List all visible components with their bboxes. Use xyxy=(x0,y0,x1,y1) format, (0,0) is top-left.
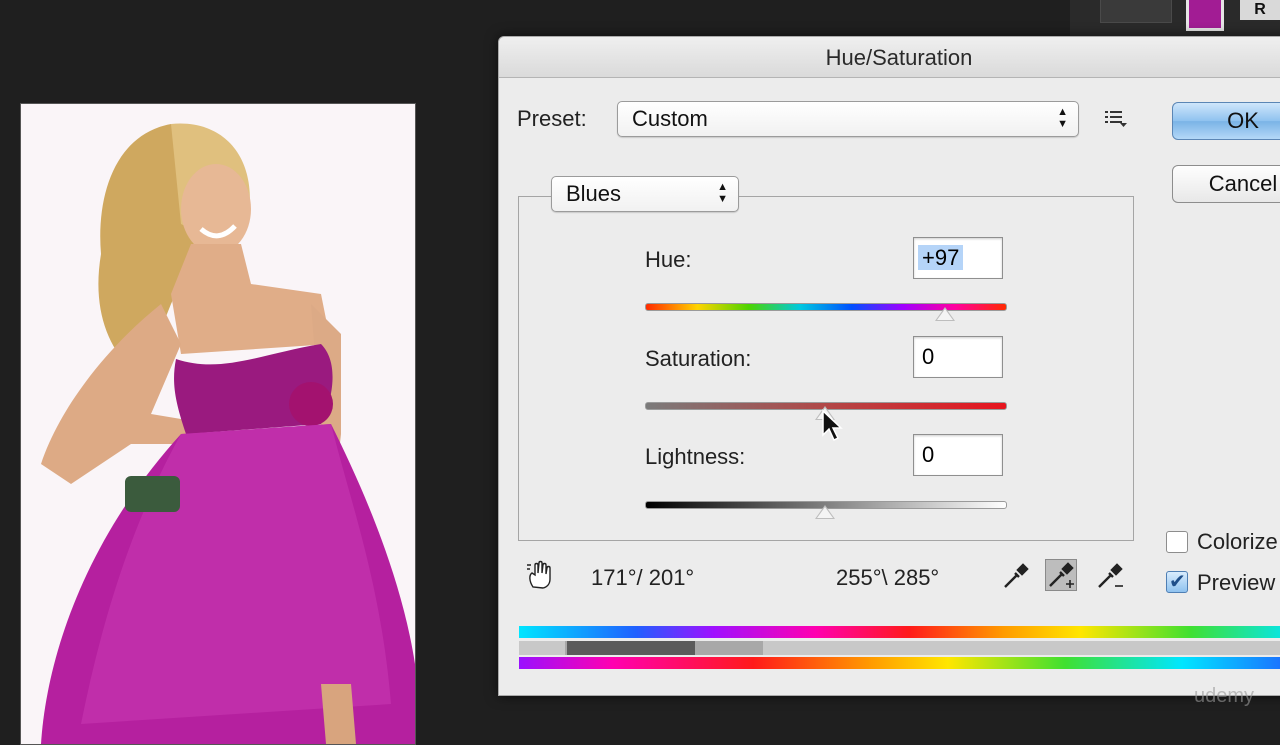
colorize-checkbox[interactable] xyxy=(1166,531,1188,553)
channel-dropdown[interactable]: Blues ▲ ▼ xyxy=(551,176,739,212)
source-color-bar xyxy=(519,626,1280,638)
range-right-degrees: 255°\ 285° xyxy=(836,565,940,590)
range-falloff[interactable] xyxy=(565,641,763,655)
preset-value: Custom xyxy=(632,106,708,131)
result-color-bar xyxy=(519,657,1280,669)
watermark-text: udemy xyxy=(1194,685,1255,707)
preview-label: Preview xyxy=(1197,570,1276,595)
chevron-updown-icon: ▲ ▼ xyxy=(1057,106,1068,130)
lightness-slider-thumb[interactable] xyxy=(815,505,835,519)
range-core[interactable] xyxy=(567,641,695,655)
photo-woman-in-dress xyxy=(21,104,415,744)
add-to-sample-eyedropper-icon[interactable] xyxy=(1045,559,1077,591)
chevron-updown-icon: ▲ ▼ xyxy=(717,181,728,205)
hue-value-field[interactable]: +97 xyxy=(913,237,1003,279)
channel-value: Blues xyxy=(566,181,622,206)
preset-dropdown[interactable]: Custom ▲ ▼ xyxy=(617,101,1079,137)
hue-value: +97 xyxy=(918,245,964,270)
document-canvas[interactable] xyxy=(20,103,416,745)
cancel-button[interactable]: Cancel xyxy=(1172,165,1280,203)
dialog-title: Hue/Saturation xyxy=(499,37,1280,78)
saturation-value: 0 xyxy=(922,344,935,369)
panel-button[interactable] xyxy=(1100,0,1172,23)
ok-button[interactable]: OK xyxy=(1172,102,1280,140)
hue-slider-thumb[interactable] xyxy=(935,307,955,321)
subtract-from-sample-eyedropper-icon[interactable] xyxy=(1095,561,1125,591)
saturation-value-field[interactable]: 0 xyxy=(913,336,1003,378)
r-channel-label: R xyxy=(1240,0,1280,20)
colorize-label: Colorize xyxy=(1197,529,1278,554)
lightness-label: Lightness: xyxy=(645,444,746,469)
range-left-degrees: 171°/ 201° xyxy=(591,565,695,590)
color-range-slider[interactable] xyxy=(519,641,1280,655)
lightness-value-field[interactable]: 0 xyxy=(913,434,1003,476)
saturation-label: Saturation: xyxy=(645,346,752,371)
preview-checkbox[interactable] xyxy=(1166,569,1188,594)
lightness-value: 0 xyxy=(922,442,935,467)
preset-options-icon[interactable] xyxy=(1103,109,1129,129)
eyedropper-icon[interactable] xyxy=(1001,561,1031,591)
mouse-cursor-icon xyxy=(822,409,843,442)
hue-label: Hue: xyxy=(645,247,692,272)
foreground-color-swatch[interactable] xyxy=(1186,0,1224,31)
targeted-adjustment-hand-icon[interactable] xyxy=(525,559,557,591)
preset-label: Preset: xyxy=(517,106,587,131)
adjustment-group xyxy=(518,196,1134,541)
hue-saturation-dialog: Hue/Saturation Preset: Custom ▲ ▼ OK Canc… xyxy=(498,36,1280,696)
